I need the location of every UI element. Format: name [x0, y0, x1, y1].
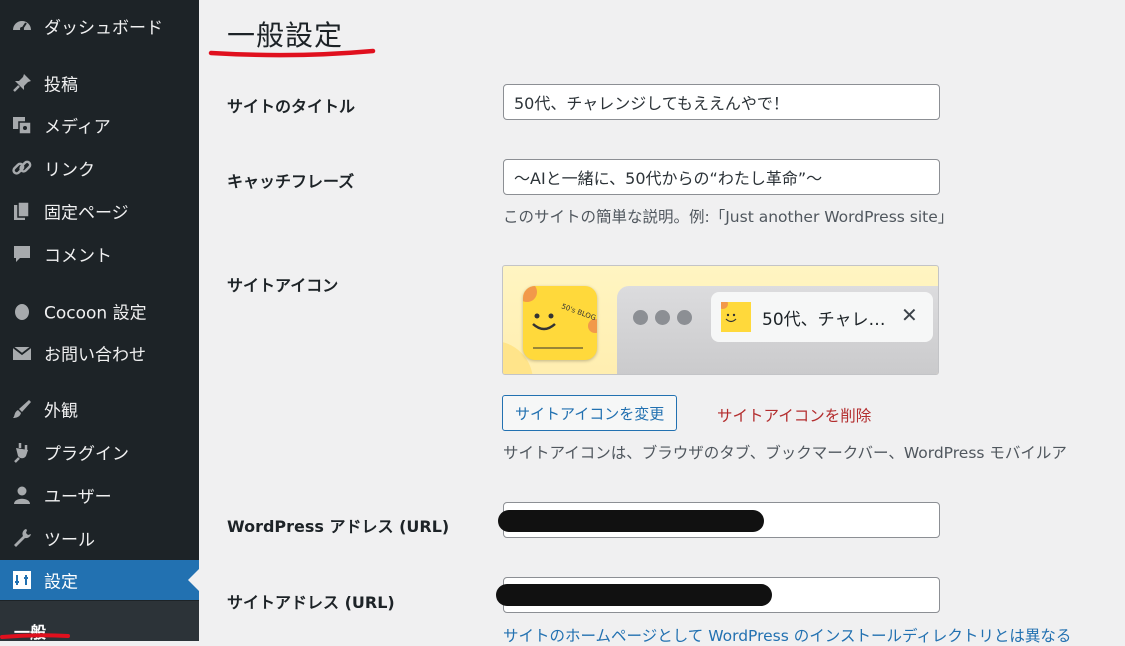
sidebar-item-comments[interactable]: コメント — [0, 234, 199, 274]
browser-tab: 50代、チャレ… ✕ — [711, 292, 933, 342]
tab-title: 50代、チャレ… — [762, 310, 886, 330]
sidebar-item-pages[interactable]: 固定ページ — [0, 191, 199, 231]
sidebar-item-settings[interactable]: 設定 — [0, 560, 199, 600]
user-icon — [10, 483, 34, 507]
redaction-mark — [498, 510, 764, 532]
site-title-input[interactable]: 50代、チャレンジしてもええんやで！ — [503, 84, 940, 120]
site-title-label: サイトのタイトル — [227, 97, 356, 116]
close-icon: ✕ — [901, 303, 918, 327]
site-icon-description: サイトアイコンは、ブラウザのタブ、ブックマークバー、WordPress モバイル… — [503, 444, 1067, 462]
window-dot-icon — [633, 310, 648, 325]
sidebar-item-links[interactable]: リンク — [0, 148, 199, 188]
sidebar-item-label: ツール — [44, 530, 95, 551]
sidebar-item-tools[interactable]: ツール — [0, 518, 199, 558]
sidebar-item-label: 固定ページ — [44, 203, 129, 224]
sidebar-item-label: ダッシュボード — [44, 18, 163, 39]
sidebar-item-label: リンク — [44, 160, 95, 181]
sidebar-item-label: 投稿 — [44, 75, 78, 96]
plugin-icon — [10, 440, 34, 464]
sidebar-item-label: ユーザー — [44, 487, 112, 508]
annotation-underline — [0, 633, 70, 639]
window-dot-icon — [655, 310, 670, 325]
tagline-description: このサイトの簡単な説明。例:「Just another WordPress si… — [503, 208, 954, 226]
remove-site-icon-link[interactable]: サイトアイコンを削除 — [717, 404, 871, 426]
browser-mock: 50代、チャレ… ✕ — [617, 286, 938, 374]
sidebar-item-cocoon[interactable]: Cocoon 設定 — [0, 291, 199, 331]
pin-icon — [10, 71, 34, 95]
wp-address-label: WordPress アドレス (URL) — [227, 517, 450, 536]
media-icon — [10, 113, 34, 137]
sidebar-item-plugins[interactable]: プラグイン — [0, 432, 199, 472]
smiley-logo-icon: 50's BLOG YUZURO — [523, 286, 597, 349]
sidebar-item-appearance[interactable]: 外観 — [0, 389, 199, 429]
sidebar-item-media[interactable]: メディア — [0, 105, 199, 145]
sidebar-item-contact[interactable]: お問い合わせ — [0, 333, 199, 373]
sidebar-item-users[interactable]: ユーザー — [0, 475, 199, 515]
comment-icon — [10, 242, 34, 266]
sidebar-item-label: 外観 — [44, 401, 78, 422]
site-icon-label: サイトアイコン — [227, 276, 339, 295]
page-icon — [10, 199, 34, 223]
annotation-underline — [208, 48, 376, 58]
favicon-icon — [721, 302, 751, 332]
admin-sidebar: ダッシュボード 投稿 メディア リンク 固定ページ コメント Cocoon 設定… — [0, 0, 199, 642]
sidebar-item-label: 設定 — [44, 572, 78, 593]
sidebar-item-posts[interactable]: 投稿 — [0, 63, 199, 103]
redaction-mark — [496, 584, 772, 606]
site-address-label: サイトアドレス (URL) — [227, 593, 395, 612]
cocoon-icon — [10, 299, 34, 323]
window-dot-icon — [677, 310, 692, 325]
sidebar-item-label: Cocoon 設定 — [44, 303, 147, 324]
sidebar-item-dashboard[interactable]: ダッシュボード — [0, 6, 199, 46]
change-site-icon-button[interactable]: サイトアイコンを変更 — [502, 395, 678, 431]
sidebar-item-label: メディア — [44, 117, 111, 138]
app-icon-preview: 50's BLOG YUZURO — [523, 286, 597, 360]
link-icon — [10, 156, 34, 180]
tagline-input[interactable]: 〜AIと一緒に、50代からの“わたし革命”〜 — [503, 159, 940, 195]
site-address-description[interactable]: サイトのホームページとして WordPress のインストールディレクトリとは異… — [503, 624, 1071, 646]
brush-icon — [10, 397, 34, 421]
sidebar-item-label: コメント — [44, 246, 112, 267]
dashboard-icon — [10, 14, 34, 38]
settings-icon — [10, 568, 34, 592]
tagline-label: キャッチフレーズ — [227, 172, 355, 191]
mail-icon — [10, 341, 34, 365]
sidebar-item-label: プラグイン — [44, 444, 129, 465]
sidebar-item-label: お問い合わせ — [44, 345, 146, 366]
wrench-icon — [10, 526, 34, 550]
site-icon-preview: 50's BLOG YUZURO 50代、チャレ… ✕ — [502, 265, 939, 375]
